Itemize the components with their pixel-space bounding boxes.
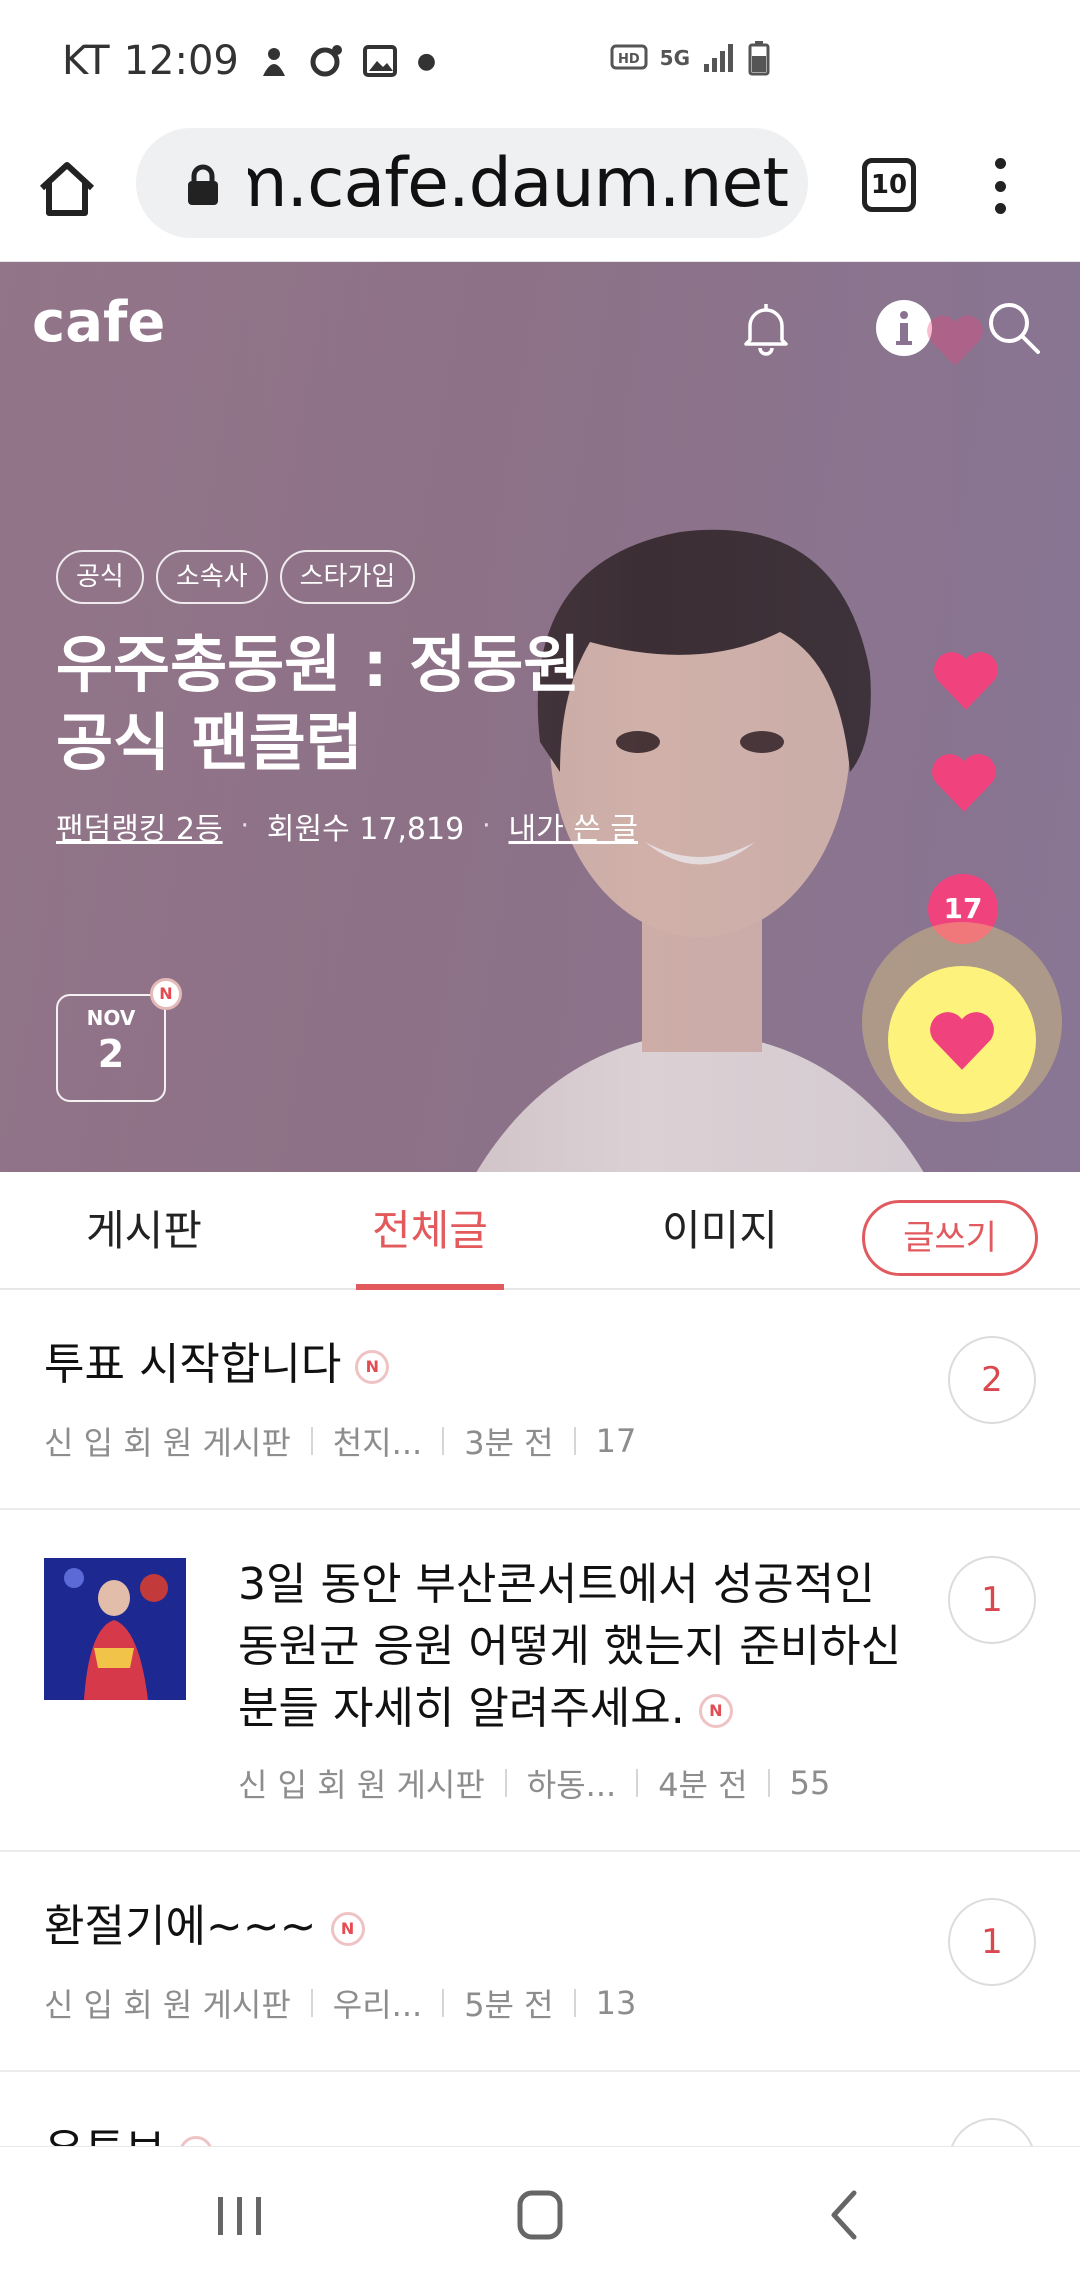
calendar-day: 2 xyxy=(97,1032,125,1076)
post-title-line2: 동원군 응원 어떻게 했는지 준비하신 xyxy=(238,1621,902,1672)
new-badge: N xyxy=(330,1912,365,1946)
heart-icon xyxy=(930,1012,994,1070)
hd-voice-icon: HD xyxy=(610,44,648,70)
status-left: KT 12:09 ● xyxy=(62,38,436,84)
post-author: 천지... xyxy=(332,1424,423,1462)
lock-icon xyxy=(188,164,218,205)
like-button[interactable] xyxy=(888,966,1036,1114)
cafe-title-line1: 우주총동원 : 정동원 xyxy=(56,628,581,701)
post-views: 17 xyxy=(595,1422,637,1460)
post-title[interactable]: 환절기에~~~ N xyxy=(44,1896,365,1958)
post-meta: 신 입 회 원 게시판 하동... 4분 전 55 xyxy=(238,1760,830,1806)
url-text: m.cafe.daum.net xyxy=(248,146,788,222)
list-item[interactable]: 투표 시작합니다 N 신 입 회 원 게시판 천지... 3분 전 17 2 xyxy=(0,1290,1080,1510)
post-time: 3분 전 xyxy=(464,1424,554,1462)
browser-toolbar: m.cafe.daum.net 10 xyxy=(0,120,1080,262)
status-right: HD 5G xyxy=(610,40,770,76)
post-time: 4분 전 xyxy=(658,1766,748,1804)
post-author: 우리... xyxy=(332,1986,423,2024)
camera-notification-icon xyxy=(310,45,342,77)
floating-heart-icon xyxy=(927,315,983,366)
tab-switcher-button[interactable]: 10 xyxy=(862,158,916,212)
battery-icon xyxy=(748,41,770,76)
address-bar[interactable]: m.cafe.daum.net xyxy=(136,128,808,238)
calendar-month: NOV xyxy=(86,1006,136,1030)
post-meta: 신 입 회 원 게시판 천지... 3분 전 17 xyxy=(44,1418,636,1464)
post-thumbnail[interactable] xyxy=(44,1558,186,1700)
floating-heart-icon xyxy=(932,754,996,812)
member-count: 회원수 17,819 xyxy=(266,812,465,847)
cafe-logo[interactable]: cafe xyxy=(32,290,165,355)
gallery-icon xyxy=(362,45,397,77)
post-title[interactable]: 3일 동안 부산콘서트에서 성공적인 동원군 응원 어떻게 했는지 준비하신 분… xyxy=(238,1554,928,1740)
post-board: 신 입 회 원 게시판 xyxy=(44,1986,291,2024)
meta-separator: · xyxy=(240,811,249,841)
tag-official[interactable]: 공식 xyxy=(56,550,144,604)
recent-apps-icon[interactable] xyxy=(200,2183,280,2247)
home-nav-icon[interactable] xyxy=(500,2183,580,2247)
tab-images[interactable]: 이미지 xyxy=(640,1172,800,1290)
post-title-text: 투표 시작합니다 xyxy=(44,1339,342,1390)
carrier-label: KT xyxy=(62,38,110,84)
comment-count[interactable]: 1 xyxy=(948,1898,1036,1986)
tag-star-joined[interactable]: 스타가입 xyxy=(279,550,416,604)
list-item[interactable]: 유튜브 N xyxy=(0,2072,1080,2146)
post-meta: 신 입 회 원 게시판 우리... 5분 전 13 xyxy=(44,1980,636,2026)
tag-agency[interactable]: 소속사 xyxy=(155,550,268,604)
post-author: 하동... xyxy=(526,1766,617,1804)
cafe-tags: 공식 소속사 스타가입 xyxy=(56,550,416,604)
meta-separator: · xyxy=(482,811,491,841)
clock: 12:09 xyxy=(123,38,239,84)
fandom-ranking-link[interactable]: 팬덤랭킹 2등 xyxy=(56,804,223,848)
post-board: 신 입 회 원 게시판 xyxy=(44,1424,291,1462)
tab-board[interactable]: 게시판 xyxy=(64,1172,224,1290)
cafe-title-line2: 공식 팬클럽 xyxy=(56,706,363,779)
write-post-button[interactable]: 글쓰기 xyxy=(862,1200,1038,1276)
new-badge: N xyxy=(698,1694,733,1728)
post-board: 신 입 회 원 게시판 xyxy=(238,1766,485,1804)
bell-icon[interactable] xyxy=(736,298,796,358)
calendar-button[interactable]: NOV 2 N xyxy=(56,978,182,1102)
list-item[interactable]: 3일 동안 부산콘서트에서 성공적인 동원군 응원 어떻게 했는지 준비하신 분… xyxy=(0,1510,1080,1852)
comment-count[interactable]: 1 xyxy=(948,1556,1036,1644)
post-title[interactable]: 유튜브 N xyxy=(44,2120,214,2146)
network-type-label: 5G xyxy=(659,46,690,70)
comment-count[interactable] xyxy=(948,2118,1036,2146)
post-title-text: 환절기에~~~ xyxy=(44,1901,317,1952)
post-title[interactable]: 투표 시작합니다 N xyxy=(44,1334,390,1396)
cafe-tab-bar: 게시판 전체글 이미지 글쓰기 xyxy=(0,1172,1080,1290)
home-icon[interactable] xyxy=(34,156,100,222)
signal-icon xyxy=(704,44,733,72)
my-posts-link[interactable]: 내가 쓴 글 xyxy=(508,804,637,848)
more-notifications-icon: ● xyxy=(416,48,437,74)
cafe-meta: 팬덤랭킹 2등 · 회원수 17,819 · 내가 쓴 글 xyxy=(56,804,638,848)
post-title-text: 유튜브 xyxy=(44,2125,165,2146)
post-title-line1: 3일 동안 부산콘서트에서 성공적인 xyxy=(238,1559,875,1610)
post-views: 55 xyxy=(789,1764,831,1802)
search-icon[interactable] xyxy=(984,298,1044,358)
post-title-line3: 분들 자세히 알려주세요. xyxy=(238,1683,685,1734)
new-badge: N xyxy=(355,1350,390,1384)
list-item[interactable]: 환절기에~~~ N 신 입 회 원 게시판 우리... 5분 전 13 1 xyxy=(0,1852,1080,2072)
comment-count[interactable]: 2 xyxy=(948,1336,1036,1424)
back-icon[interactable] xyxy=(804,2183,884,2247)
cafe-title: 우주총동원 : 정동원 공식 팬클럽 xyxy=(56,626,580,782)
status-bar: KT 12:09 ● HD 5G xyxy=(0,0,1080,120)
browser-menu-icon[interactable] xyxy=(984,158,1016,214)
system-navigation-bar xyxy=(0,2146,1080,2280)
post-time: 5분 전 xyxy=(464,1986,554,2024)
new-badge: N xyxy=(179,2136,214,2146)
floating-heart-icon xyxy=(934,652,998,710)
svg-text:HD: HD xyxy=(618,52,640,67)
tab-all-posts[interactable]: 전체글 xyxy=(356,1172,504,1290)
cafe-hero-banner: cafe 공식 소속사 스타가입 우주총동원 : 정동원 공식 팬클럽 팬덤랭킹… xyxy=(0,262,1080,1172)
post-views: 13 xyxy=(595,1984,637,2022)
new-badge: N xyxy=(150,978,182,1010)
bixby-icon xyxy=(262,48,285,76)
